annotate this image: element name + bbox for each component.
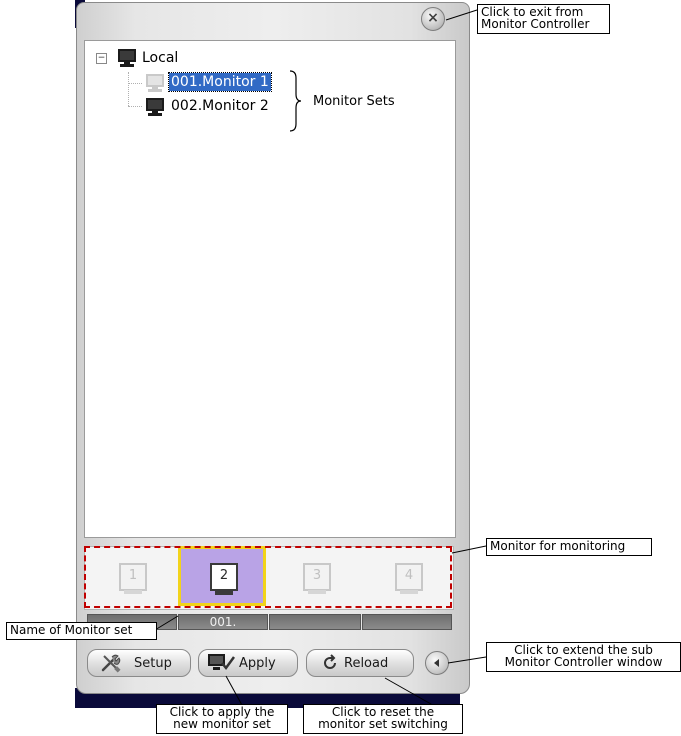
callout-exit: Click to exit from Monitor Controller bbox=[477, 4, 610, 34]
callout-apply-line2: new monitor set bbox=[173, 717, 271, 731]
callout-reset-line2: monitor set switching bbox=[318, 717, 448, 731]
callout-reset: Click to reset the monitor set switching bbox=[303, 704, 463, 734]
callout-monitor-for-monitoring: Monitor for monitoring bbox=[486, 538, 652, 556]
callout-extend: Click to extend the sub Monitor Controll… bbox=[486, 642, 681, 672]
callout-name-of-set-text: Name of Monitor set bbox=[10, 623, 133, 637]
callout-apply: Click to apply the new monitor set bbox=[156, 704, 288, 734]
callout-extend-line2: Monitor Controller window bbox=[504, 655, 663, 669]
callout-exit-line2: Monitor Controller bbox=[481, 17, 590, 31]
callout-monitor-for-monitoring-text: Monitor for monitoring bbox=[490, 539, 626, 553]
callout-name-of-monitor-set: Name of Monitor set bbox=[6, 622, 157, 640]
